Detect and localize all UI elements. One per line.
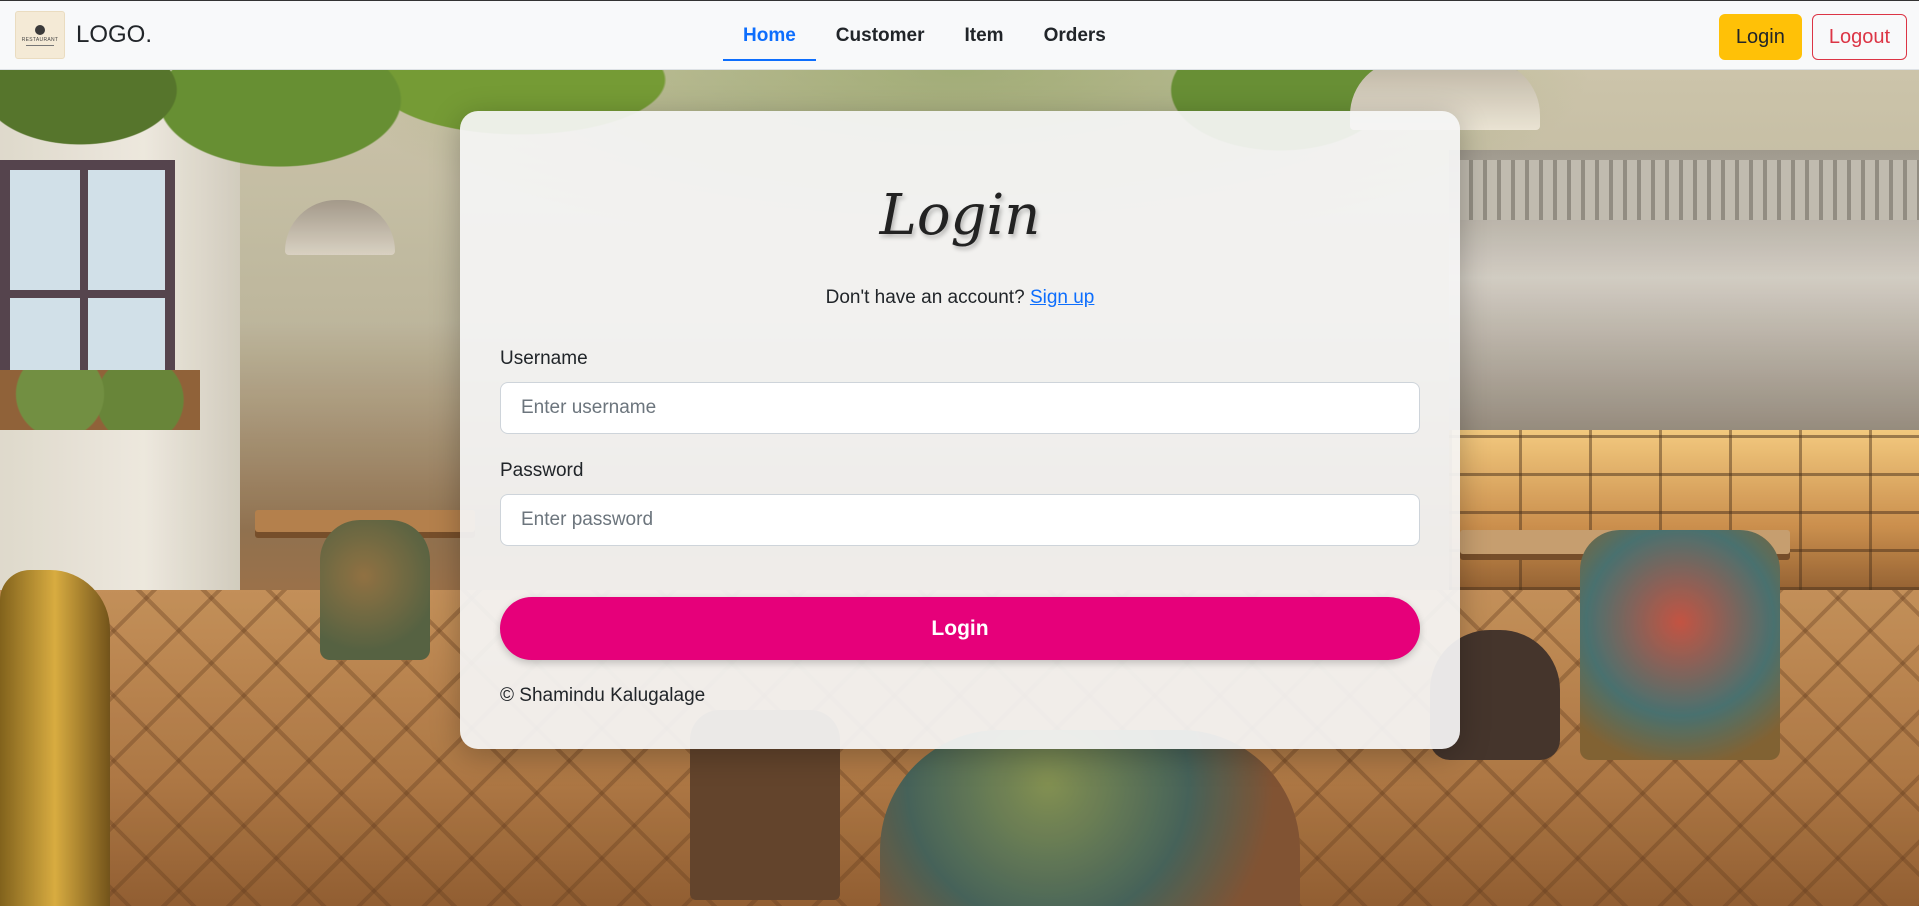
signup-link[interactable]: Sign up [1030,287,1094,308]
nav-login-button[interactable]: Login [1718,14,1802,60]
nav-actions: Login Logout [1718,14,1907,60]
navbar: RESTAURANT LOGO. Home Customer Item Orde… [0,0,1919,70]
nav-links: Home Customer Item Orders [723,1,1126,71]
login-title: Login [879,183,1041,248]
brand-logo-text: RESTAURANT [21,36,59,43]
brand[interactable]: RESTAURANT LOGO. [15,11,152,59]
signup-prompt-line: Don't have an account? Sign up [460,287,1460,309]
signup-prompt: Don't have an account? [825,287,1025,308]
username-label: Username [500,348,588,369]
login-submit-button[interactable]: Login [500,597,1420,660]
brand-name: LOGO. [76,21,153,48]
restaurant-logo-icon: RESTAURANT [15,11,65,59]
password-input[interactable] [500,494,1420,546]
logo-divider [26,44,54,46]
nav-link-customer[interactable]: Customer [816,1,945,71]
password-label: Password [500,460,584,481]
copyright-text: © Shamindu Kalugalage [500,685,706,706]
nav-link-home[interactable]: Home [723,1,816,71]
nav-link-item[interactable]: Item [944,1,1023,71]
nav-logout-button[interactable]: Logout [1811,14,1907,60]
username-input[interactable] [500,382,1420,434]
logo-emblem [35,24,45,35]
nav-link-orders[interactable]: Orders [1024,1,1126,71]
login-card: Login Don't have an account? Sign up Use… [460,111,1460,749]
